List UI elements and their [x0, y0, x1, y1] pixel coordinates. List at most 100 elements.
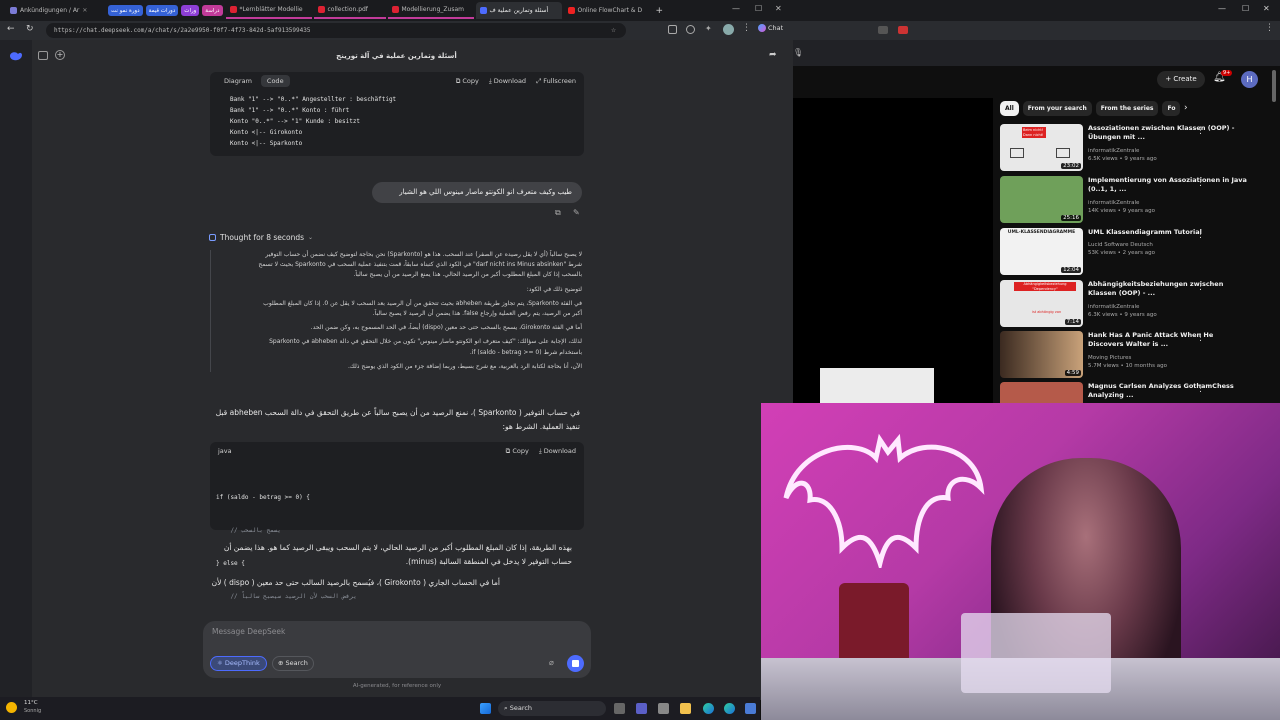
more-icon[interactable]: ⋮: [1196, 230, 1205, 240]
copy-button[interactable]: ⧉ Copy: [506, 447, 529, 456]
video-title[interactable]: Assoziationen zwischen Klassen (OOP) - Ü…: [1088, 124, 1248, 142]
deepseek-logo-icon[interactable]: [9, 51, 23, 62]
minimize-icon[interactable]: —: [1218, 4, 1226, 13]
message-input[interactable]: Message DeepSeek: [212, 627, 285, 636]
list-item[interactable]: 4:59 Hank Has A Panic Attack When He Dis…: [1000, 331, 1270, 381]
maximize-icon[interactable]: ☐: [755, 4, 762, 13]
tab-2[interactable]: collection.pdf: [313, 2, 386, 19]
video-title[interactable]: Abhängigkeitsbeziehungen zwischen Klasse…: [1088, 280, 1248, 298]
tab-diagram[interactable]: Diagram: [218, 75, 258, 87]
profile-icon[interactable]: [723, 24, 734, 35]
list-item[interactable]: Beim nicht! Dann nicht! 23:02 Assoziatio…: [1000, 124, 1270, 174]
tab-group-3[interactable]: دراسة: [202, 5, 223, 16]
tab-group-1[interactable]: دورات قيمة: [145, 5, 179, 16]
more-icon[interactable]: ⋮: [1196, 178, 1205, 188]
video-channel[interactable]: informatikZentrale: [1088, 148, 1139, 156]
tab-5[interactable]: Online FlowChart & D: [564, 2, 650, 19]
tab-code[interactable]: Code: [260, 75, 290, 87]
video-thumbnail[interactable]: [1000, 382, 1083, 403]
tab-4[interactable]: أسئلة وتمارين عملية ف: [475, 2, 562, 19]
fullscreen-button[interactable]: ⤢ Fullscreen: [536, 77, 576, 86]
close-window-icon[interactable]: ✕: [775, 4, 782, 13]
copy-button[interactable]: ⧉ Copy: [456, 77, 479, 86]
copy-icon[interactable]: ⧉: [555, 208, 561, 218]
edge-icon[interactable]: [724, 703, 735, 714]
search-button[interactable]: ⊕ Search: [272, 656, 314, 671]
video-channel[interactable]: Moving Pictures: [1088, 355, 1131, 363]
taskbar-search[interactable]: ⌕ Search: [498, 701, 606, 716]
chip-from-your-search[interactable]: From your search: [1022, 101, 1092, 116]
download-button[interactable]: ⤓ Download: [489, 77, 526, 86]
app-icon[interactable]: [658, 703, 669, 714]
video-thumbnail[interactable]: 4:59: [1000, 331, 1083, 378]
close-window-icon[interactable]: ✕: [1263, 4, 1270, 13]
weather-icon[interactable]: [6, 702, 17, 713]
tab-3[interactable]: Modellierung_Zusam: [387, 2, 474, 19]
menu-icon[interactable]: ⋮: [742, 23, 751, 33]
thought-toggle[interactable]: Thought for 8 seconds ⌄: [209, 233, 313, 242]
create-button[interactable]: + Create: [1157, 71, 1205, 88]
send-button[interactable]: [567, 655, 584, 672]
extension-icon[interactable]: [898, 26, 908, 34]
file-explorer-icon[interactable]: [680, 703, 691, 714]
deepthink-button[interactable]: ⚛ DeepThink: [210, 656, 267, 671]
weather-temp[interactable]: 11°C: [24, 700, 38, 706]
video-thumbnail[interactable]: 25:16: [1000, 176, 1083, 223]
chevron-right-icon[interactable]: ›: [1184, 103, 1188, 113]
video-thumbnail[interactable]: Abhängigkeitsbeziehung "Dependency" ist …: [1000, 280, 1083, 327]
tab-group-2[interactable]: ورات: [181, 5, 200, 16]
edge-icon[interactable]: [703, 703, 714, 714]
chip-from-the-series[interactable]: From the series: [1095, 101, 1159, 116]
close-icon[interactable]: ✕: [82, 7, 87, 14]
menu-icon[interactable]: ⋮: [1265, 23, 1274, 33]
chip-all[interactable]: All: [1000, 101, 1019, 116]
list-item[interactable]: 25:16 Implementierung von Assoziationen …: [1000, 176, 1270, 226]
tab-group-0[interactable]: دورة نمو نت: [108, 5, 143, 16]
download-button[interactable]: ⤓ Download: [539, 447, 576, 456]
app-icon[interactable]: [745, 703, 756, 714]
maximize-icon[interactable]: ☐: [1242, 4, 1249, 13]
edit-icon[interactable]: ✎: [573, 208, 580, 217]
new-tab-icon[interactable]: +: [656, 6, 664, 16]
app-icon[interactable]: [636, 703, 647, 714]
video-title[interactable]: Implementierung von Assoziationen in Jav…: [1088, 176, 1248, 194]
video-title[interactable]: Hank Has A Panic Attack When He Discover…: [1088, 331, 1248, 349]
new-chat-icon[interactable]: +: [55, 50, 65, 60]
scrollbar[interactable]: [1272, 70, 1276, 102]
list-item[interactable]: UML-KLASSENDIAGRAMME 12:04 UML Klassendi…: [1000, 228, 1270, 278]
video-channel[interactable]: informatikZentrale: [1088, 200, 1139, 208]
more-icon[interactable]: ⋮: [1196, 384, 1205, 394]
extension-icon[interactable]: [878, 26, 888, 34]
tab-0[interactable]: Ankündigungen / Ar ✕: [6, 2, 106, 19]
video-channel[interactable]: Lucid Software Deutsch: [1088, 242, 1153, 250]
video-player-area[interactable]: [793, 98, 993, 403]
star-icon[interactable]: ☆: [611, 25, 616, 34]
attach-icon[interactable]: ⌀: [549, 658, 554, 667]
list-item[interactable]: Abhängigkeitsbeziehung "Dependency" ist …: [1000, 280, 1270, 330]
video-thumbnail[interactable]: UML-KLASSENDIAGRAMME 12:04: [1000, 228, 1083, 275]
more-icon[interactable]: ⋮: [1196, 126, 1205, 136]
mic-icon[interactable]: 🎙: [793, 48, 803, 57]
video-title[interactable]: Magnus Carlsen Analyzes GothamChess Anal…: [1088, 382, 1248, 400]
video-channel[interactable]: informatikZentrale: [1088, 304, 1139, 312]
more-icon[interactable]: ⋮: [1196, 282, 1205, 292]
puzzle-icon[interactable]: ✦: [705, 24, 712, 33]
extension-icon[interactable]: [668, 25, 677, 34]
video-title[interactable]: UML Klassendiagramm Tutorial: [1088, 228, 1248, 237]
avatar[interactable]: H: [1241, 71, 1258, 88]
minimize-icon[interactable]: —: [732, 4, 740, 13]
task-view-icon[interactable]: [614, 703, 625, 714]
chip-more[interactable]: Fo: [1162, 101, 1181, 116]
more-icon[interactable]: ⋮: [1196, 333, 1205, 343]
list-item[interactable]: Magnus Carlsen Analyzes GothamChess Anal…: [1000, 382, 1270, 403]
reload-icon[interactable]: ↻: [26, 24, 34, 34]
windows-start-icon[interactable]: [480, 703, 491, 714]
tab-1[interactable]: *Lernblätter Modellie: [225, 2, 312, 19]
back-icon[interactable]: ←: [7, 24, 15, 34]
share-icon[interactable]: ➦: [769, 50, 777, 60]
address-bar[interactable]: https://chat.deepseek.com/a/chat/s/2a2e9…: [46, 23, 626, 38]
video-thumbnail[interactable]: Beim nicht! Dann nicht! 23:02: [1000, 124, 1083, 171]
extension-icon[interactable]: [686, 25, 695, 34]
chat-button[interactable]: Chat: [758, 24, 783, 32]
sidebar-toggle-icon[interactable]: [38, 51, 48, 60]
